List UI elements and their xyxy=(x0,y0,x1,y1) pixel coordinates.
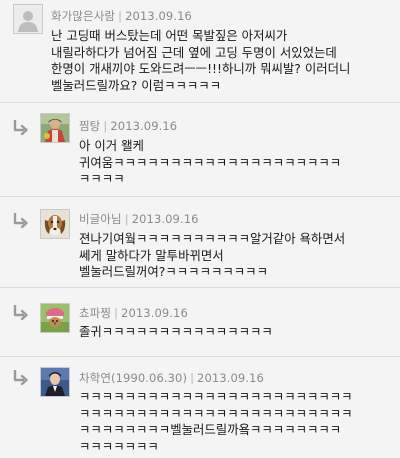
comment-body: 졸귀ㅋㅋㅋㅋㅋㅋㅋㅋㅋㅋㅋㅋㅋㅋㅋ xyxy=(79,324,273,341)
user-avatar[interactable] xyxy=(40,367,70,397)
comment-meta: 찜탕 | 2013.09.16 xyxy=(79,119,178,133)
reply-item: 쵸파찡 | 2013.09.16 졸귀ㅋㅋㅋㅋㅋㅋㅋㅋㅋㅋㅋㅋㅋㅋㅋ xyxy=(0,288,400,355)
comment-line: ㅋㅋㅋㅋㅋㅋㅋㅋㅋㅋㅋㅋㅋㅋㅋㅋㅋㅋㅋㅋㅋㅋㅋㅋ xyxy=(79,389,353,404)
comment-line: 한명이 개새끼야 도와드려ㅡㅡ!!!하니까 뭐씨발? 이러더니 xyxy=(51,61,351,76)
reply-item: 차학연(1990.06.30) | 2013.09.16 ㅋㅋㅋㅋㅋㅋㅋㅋㅋㅋㅋㅋㅋ… xyxy=(0,357,400,458)
comment-body: 젼나기여웤ㅋㅋㅋㅋㅋㅋㅋㅋㅋㅋ알거같아 욕하면서 쎄게 말하다가 말투바뀌면서 … xyxy=(79,231,345,281)
comment-date: 2013.09.16 xyxy=(197,371,264,385)
comment-line: ㅋㅋㅋㅋㅋㅋㅋㅋ벨눌러드릴까욬ㅋㅋㅋㅋㅋㅋㅋㅋ xyxy=(79,422,342,437)
reply-arrow-icon xyxy=(13,213,28,229)
comment-date: 2013.09.16 xyxy=(110,119,178,133)
comment-line: 내릴라하다가 넘어짐 근데 옆에 고딩 두명이 서있었는데 xyxy=(51,44,337,60)
user-avatar[interactable] xyxy=(40,113,70,143)
comment-author[interactable]: 비글아님 xyxy=(79,212,122,226)
comment-meta: 비글아님 | 2013.09.16 xyxy=(79,212,199,226)
comment-line: 벨눌러드릴까요? 이럼ㅋㅋㅋㅋㅋ xyxy=(51,77,222,93)
default-avatar[interactable] xyxy=(13,4,43,34)
chopper-photo-icon xyxy=(41,304,69,332)
comment-thread: 화가많은사람 | 2013.09.16 난 고딩때 버스탔는데 어떤 목발짚은 아저… xyxy=(0,0,400,458)
comment-author[interactable]: 차학연(1990.06.30) xyxy=(79,371,187,385)
reply-arrow-icon xyxy=(13,305,28,321)
comment-item: 화가많은사람 | 2013.09.16 난 고딩때 버스탔는데 어떤 목발짚은 아저… xyxy=(0,0,400,101)
user-avatar[interactable] xyxy=(40,209,70,239)
comment-line: 젼나기여웤ㅋㅋㅋㅋㅋㅋㅋㅋㅋㅋ알거같아 욕하면서 xyxy=(79,231,346,246)
comment-author[interactable]: 찜탕 xyxy=(79,119,100,133)
user-silhouette-icon xyxy=(14,5,42,33)
comment-body: 아 이거 왤케 귀여움ㅋㅋㅋㅋㅋㅋㅋㅋㅋㅋㅋㅋㅋㅋㅋㅋㅋㅋㅋㅋ ㅋㅋㅋㅋ xyxy=(79,138,341,188)
comment-line: 난 고딩때 버스탔는데 어떤 목발짚은 아저씨가 xyxy=(51,28,288,43)
comment-body: 난 고딩때 버스탔는데 어떤 목발짚은 아저씨가 내릴라하다가 넘어짐 근데 옆… xyxy=(51,28,350,94)
user-avatar[interactable] xyxy=(40,303,70,333)
comment-author[interactable]: 화가많은사람 xyxy=(51,9,115,23)
comment-meta: 화가많은사람 | 2013.09.16 xyxy=(51,9,192,23)
comment-meta: 차학연(1990.06.30) | 2013.09.16 xyxy=(79,371,264,385)
comment-body: ㅋㅋㅋㅋㅋㅋㅋㅋㅋㅋㅋㅋㅋㅋㅋㅋㅋㅋㅋㅋㅋㅋㅋㅋ ㅋㅋㅋㅋㅋㅋㅋㅋㅋㅋㅋㅋㅋㅋㅋ… xyxy=(79,389,353,455)
comment-line: 졸귀ㅋㅋㅋㅋㅋㅋㅋㅋㅋㅋㅋㅋㅋㅋㅋ xyxy=(79,324,273,339)
person-photo-icon xyxy=(41,368,69,396)
comment-date: 2013.09.16 xyxy=(125,9,192,23)
comment-author[interactable]: 쵸파찡 xyxy=(79,306,111,320)
profile-photo-icon xyxy=(41,114,69,142)
comment-line: 아 이거 왤케 xyxy=(79,138,144,153)
comment-meta: 쵸파찡 | 2013.09.16 xyxy=(79,306,188,320)
reply-arrow-icon xyxy=(13,370,28,386)
reply-item: 비글아님 | 2013.09.16 젼나기여웤ㅋㅋㅋㅋㅋㅋㅋㅋㅋㅋ알거같아 욕하면서… xyxy=(0,197,400,286)
comment-line: 쎄게 말하다가 말투바뀌면서 xyxy=(79,247,224,263)
reply-arrow-icon xyxy=(13,120,28,136)
beagle-photo-icon xyxy=(41,210,69,238)
comment-line: ㅋㅋㅋㅋㅋㅋㅋ xyxy=(79,438,159,454)
comment-line: 귀여움ㅋㅋㅋㅋㅋㅋㅋㅋㅋㅋㅋㅋㅋㅋㅋㅋㅋㅋㅋㅋ xyxy=(79,154,342,170)
comment-line: 벨눌러드릴꺼여?ㅋㅋㅋㅋㅋㅋㅋㅋㅋ xyxy=(79,264,268,279)
comment-date: 2013.09.16 xyxy=(121,306,188,320)
comment-date: 2013.09.16 xyxy=(131,212,199,226)
comment-line: ㅋㅋㅋㅋ xyxy=(79,171,125,186)
reply-item: 찜탕 | 2013.09.16 아 이거 왤케 귀여움ㅋㅋㅋㅋㅋㅋㅋㅋㅋㅋㅋㅋㅋㅋㅋ… xyxy=(0,103,400,195)
comment-line: ㅋㅋㅋㅋㅋㅋㅋㅋㅋㅋㅋㅋㅋㅋㅋㅋㅋㅋㅋㅋㅋㅋㅋㅋ xyxy=(79,405,353,421)
